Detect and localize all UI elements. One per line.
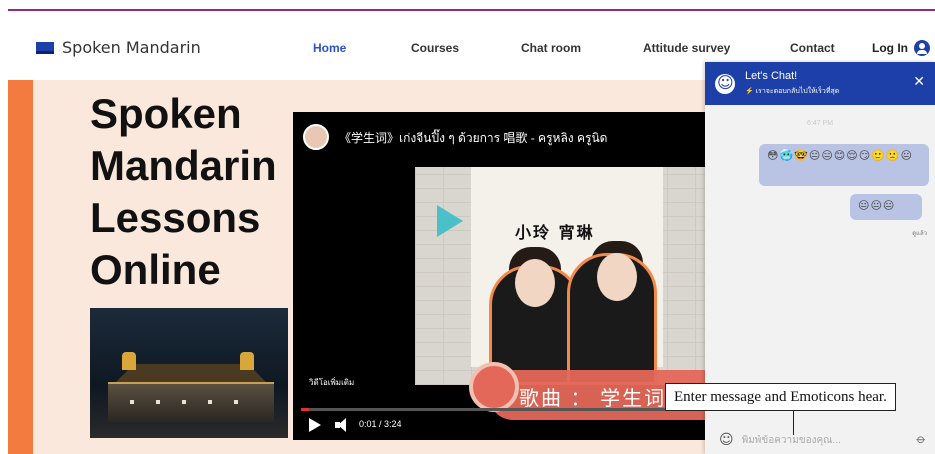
user-icon <box>914 40 930 56</box>
site-name: Spoken Mandarin <box>62 38 201 57</box>
nav-courses[interactable]: Courses <box>411 41 459 55</box>
annotation-pointer <box>793 411 794 435</box>
more-videos-label[interactable]: วิดีโอเพิ่มเติม <box>309 376 354 389</box>
login-button[interactable]: Log In <box>872 40 930 56</box>
chat-header: Let's Chat! ⚡ เราจะตอบกลับไปให้เร็วที่สุ… <box>705 62 935 105</box>
video-progress-fill <box>301 408 310 411</box>
laptop-icon <box>36 41 54 54</box>
song-label: 歌曲 ： 学生词 <box>519 388 667 410</box>
login-label: Log In <box>872 41 908 55</box>
hero-title: Spoken Mandarin Lessons Online <box>90 90 277 293</box>
read-receipt: ดูแล้ว <box>912 231 927 237</box>
chat-input-bar: ☺ ⌀ <box>705 426 935 454</box>
volume-icon[interactable] <box>335 418 351 432</box>
video-player[interactable]: 《学生词》เก่งจีนปิ๊ง ๆ ด้วยการ 唱歌 - ครูหลิง … <box>293 112 715 440</box>
video-progress-bar[interactable] <box>301 408 707 411</box>
nav-home[interactable]: Home <box>313 41 346 55</box>
video-time: 0:01 / 3:24 <box>359 419 402 429</box>
chat-message: 😳🥶🤓😐😑😊😌😏🙂🙁😐 <box>759 144 929 186</box>
smile-icon <box>715 73 735 94</box>
video-title[interactable]: 《学生词》เก่งจีนปิ๊ง ๆ ด้วยการ 唱歌 - ครูหลิง … <box>339 129 607 148</box>
video-frame: 小玲 宵琳 <box>415 167 715 385</box>
chat-message-input[interactable] <box>741 434 892 446</box>
channel-avatar[interactable] <box>303 124 329 150</box>
top-border-line <box>8 9 935 11</box>
close-icon[interactable]: ✕ <box>913 74 925 90</box>
paperclip-icon[interactable]: ⌀ <box>913 431 929 447</box>
singer-face <box>597 253 637 301</box>
nav-chat-room[interactable]: Chat room <box>521 41 581 55</box>
chat-timestamp: 6:47 PM <box>806 120 834 127</box>
emoji-icon[interactable]: ☺ <box>719 432 734 448</box>
roof-ornament <box>122 352 136 370</box>
chat-title: Let's Chat! <box>745 70 798 82</box>
nav-contact[interactable]: Contact <box>790 41 835 55</box>
nav-attitude-survey[interactable]: Attitude survey <box>643 41 730 55</box>
chat-subtitle: ⚡ เราจะตอบกลับไปให้เร็วที่สุด <box>745 88 840 95</box>
annotation-callout: Enter message and Emoticons hear. <box>665 383 896 411</box>
hero-accent-bar <box>8 80 33 454</box>
singer-face <box>515 259 555 307</box>
temple-image <box>90 308 288 438</box>
singer-names: 小玲 宵琳 <box>515 223 595 242</box>
temple-lights <box>130 400 250 404</box>
chat-message: 😐😐😐 <box>850 194 922 220</box>
song-banner-circle <box>469 362 519 412</box>
play-icon[interactable] <box>309 418 321 432</box>
roof-ornament <box>240 352 254 370</box>
site-logo[interactable]: Spoken Mandarin <box>36 38 201 57</box>
triangle-decoration <box>437 205 463 237</box>
